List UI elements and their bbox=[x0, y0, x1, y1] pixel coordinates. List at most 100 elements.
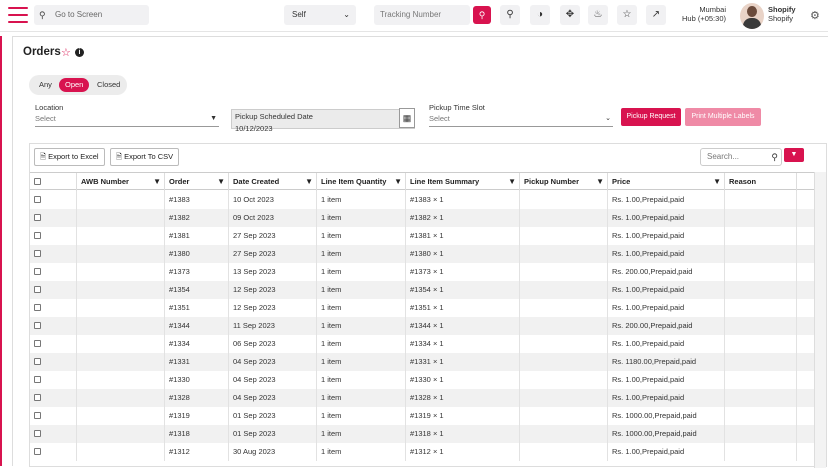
calendar-icon[interactable]: ▦ bbox=[399, 108, 415, 128]
pickup-date-label: Pickup Scheduled Date bbox=[235, 112, 313, 121]
export-excel-button[interactable]: 🗎 Export to Excel bbox=[34, 148, 105, 166]
export-excel-label: Export to Excel bbox=[48, 152, 99, 161]
row-checkbox[interactable] bbox=[34, 412, 41, 419]
table-row[interactable]: #1328 04 Sep 2023 1 item #1328 × 1 Rs. 1.00,… bbox=[30, 389, 814, 407]
table-row[interactable]: #1331 04 Sep 2023 1 item #1331 × 1 Rs. 1180.… bbox=[30, 353, 814, 371]
favorite-star-icon[interactable]: ☆ bbox=[61, 46, 71, 59]
row-checkbox[interactable] bbox=[34, 268, 41, 275]
go-to-screen-input[interactable]: ⚲ Go to Screen bbox=[34, 5, 149, 25]
row-checkbox[interactable] bbox=[34, 340, 41, 347]
row-checkbox[interactable] bbox=[34, 358, 41, 365]
cell-awb bbox=[77, 281, 165, 299]
cell-order: #1354 bbox=[165, 281, 229, 299]
cell-qty: 1 item bbox=[317, 425, 406, 443]
select-all-checkbox[interactable] bbox=[34, 178, 41, 185]
row-checkbox[interactable] bbox=[34, 430, 41, 437]
row-checkbox[interactable] bbox=[34, 214, 41, 221]
table-row[interactable]: #1334 06 Sep 2023 1 item #1334 × 1 Rs. 1.00,… bbox=[30, 335, 814, 353]
filter-icon[interactable]: ▼ bbox=[713, 173, 721, 191]
table-row[interactable]: #1318 01 Sep 2023 1 item #1318 × 1 Rs. 1000.… bbox=[30, 425, 814, 443]
table-row[interactable]: #1382 09 Oct 2023 1 item #1382 × 1 Rs. 1.00,… bbox=[30, 209, 814, 227]
row-checkbox[interactable] bbox=[34, 286, 41, 293]
filter-icon[interactable]: ▼ bbox=[305, 173, 313, 191]
col-awb[interactable]: AWB Number ▼ bbox=[77, 173, 165, 191]
menu-icon[interactable] bbox=[8, 7, 28, 25]
cell-price: Rs. 1.00,Prepaid,paid bbox=[608, 191, 725, 209]
filter-icon[interactable]: ▼ bbox=[153, 173, 161, 191]
col-summary[interactable]: Line Item Summary ▼ bbox=[406, 173, 520, 191]
pickup-request-button[interactable]: Pickup Request bbox=[621, 108, 681, 126]
table-row[interactable]: #1330 04 Sep 2023 1 item #1330 × 1 Rs. 1.00,… bbox=[30, 371, 814, 389]
star-icon[interactable]: ☆ bbox=[617, 5, 637, 25]
filter-icon[interactable]: ▼ bbox=[394, 173, 402, 191]
filter-icon[interactable]: ▼ bbox=[217, 173, 225, 191]
tracking-search-button[interactable]: ⚲ bbox=[473, 6, 491, 24]
filter-button[interactable]: ▼ bbox=[784, 148, 804, 162]
cell-qty: 1 item bbox=[317, 209, 406, 227]
tracking-number-input[interactable]: Tracking Number bbox=[374, 5, 470, 25]
table-row[interactable]: #1383 10 Oct 2023 1 item #1383 × 1 Rs. 1.00,… bbox=[30, 191, 814, 209]
filter-icon[interactable]: ▼ bbox=[596, 173, 604, 191]
cell-summary: #1373 × 1 bbox=[406, 263, 520, 281]
row-checkbox[interactable] bbox=[34, 196, 41, 203]
time-slot-select[interactable]: Select ⌄ bbox=[429, 111, 613, 127]
table-row[interactable]: #1351 12 Sep 2023 1 item #1351 × 1 Rs. 1.00,… bbox=[30, 299, 814, 317]
avatar[interactable] bbox=[740, 3, 764, 29]
pie-chart-icon[interactable]: ◑ bbox=[530, 5, 550, 25]
col-pickup[interactable]: Pickup Number ▼ bbox=[520, 173, 608, 191]
cell-qty: 1 item bbox=[317, 191, 406, 209]
table-row[interactable]: #1319 01 Sep 2023 1 item #1319 × 1 Rs. 1000.… bbox=[30, 407, 814, 425]
table-row[interactable]: #1373 13 Sep 2023 1 item #1373 × 1 Rs. 200.0… bbox=[30, 263, 814, 281]
export-csv-button[interactable]: 🗎 Export To CSV bbox=[110, 148, 180, 166]
vertical-scrollbar[interactable] bbox=[814, 172, 826, 468]
table-row[interactable]: #1344 11 Sep 2023 1 item #1344 × 1 Rs. 200.0… bbox=[30, 317, 814, 335]
row-checkbox[interactable] bbox=[34, 394, 41, 401]
table-row[interactable]: #1354 12 Sep 2023 1 item #1354 × 1 Rs. 1.00,… bbox=[30, 281, 814, 299]
row-checkbox[interactable] bbox=[34, 232, 41, 239]
col-price[interactable]: Price ▼ bbox=[608, 173, 725, 191]
row-checkbox[interactable] bbox=[34, 322, 41, 329]
row-select-cell bbox=[30, 425, 77, 443]
row-checkbox[interactable] bbox=[34, 250, 41, 257]
location-pin-icon[interactable]: ⚲ bbox=[500, 5, 520, 25]
col-reason-label: Reason bbox=[729, 177, 757, 186]
info-icon[interactable]: i bbox=[75, 48, 84, 57]
cell-summary: #1354 × 1 bbox=[406, 281, 520, 299]
gear-icon[interactable]: ⚙ bbox=[810, 9, 820, 22]
cell-reason bbox=[725, 227, 797, 245]
cell-qty: 1 item bbox=[317, 245, 406, 263]
print-labels-button[interactable]: Print Multiple Labels bbox=[685, 108, 761, 126]
tab-closed[interactable]: Closed bbox=[91, 78, 126, 92]
location-select[interactable]: Select ▼ bbox=[35, 111, 219, 127]
tab-open[interactable]: Open bbox=[59, 78, 90, 92]
cell-summary: #1351 × 1 bbox=[406, 299, 520, 317]
row-checkbox[interactable] bbox=[34, 304, 41, 311]
row-checkbox[interactable] bbox=[34, 376, 41, 383]
row-select-cell bbox=[30, 371, 77, 389]
hub-location[interactable]: Mumbai Hub (+05:30) bbox=[670, 5, 726, 23]
user-scope-select[interactable]: Self ⌄ bbox=[284, 5, 356, 25]
search-icon: ⚲ bbox=[771, 152, 778, 162]
grid-search-input[interactable]: Search... ⚲ bbox=[700, 148, 782, 166]
shop-switcher[interactable]: Shopify Shopify bbox=[768, 5, 808, 23]
table-row[interactable]: #1381 27 Sep 2023 1 item #1381 × 1 Rs. 1.00,… bbox=[30, 227, 814, 245]
cell-price: Rs. 1000.00,Prepaid,paid bbox=[608, 425, 725, 443]
bell-icon[interactable]: ♨ bbox=[588, 5, 608, 25]
filter-icon[interactable]: ▼ bbox=[508, 173, 516, 191]
col-order[interactable]: Order ▼ bbox=[165, 173, 229, 191]
table-row[interactable]: #1312 30 Aug 2023 1 item #1312 × 1 Rs. 1.00,… bbox=[30, 443, 814, 461]
cell-awb bbox=[77, 389, 165, 407]
col-reason[interactable]: Reason bbox=[725, 173, 797, 191]
col-date[interactable]: Date Created ▼ bbox=[229, 173, 317, 191]
col-summary-label: Line Item Summary bbox=[410, 177, 480, 186]
tab-any[interactable]: Any bbox=[33, 78, 58, 92]
pickup-date-field[interactable]: Pickup Scheduled Date 10/12/2023 bbox=[231, 109, 415, 133]
cell-pickup bbox=[520, 209, 608, 227]
col-qty[interactable]: Line Item Quantity ▼ bbox=[317, 173, 406, 191]
pickup-date-value: 10/12/2023 bbox=[235, 124, 273, 133]
external-link-icon[interactable]: ↗ bbox=[646, 5, 666, 25]
expand-icon[interactable]: ✥ bbox=[560, 5, 580, 25]
cell-summary: #1328 × 1 bbox=[406, 389, 520, 407]
row-checkbox[interactable] bbox=[34, 448, 41, 455]
table-row[interactable]: #1380 27 Sep 2023 1 item #1380 × 1 Rs. 1.00,… bbox=[30, 245, 814, 263]
